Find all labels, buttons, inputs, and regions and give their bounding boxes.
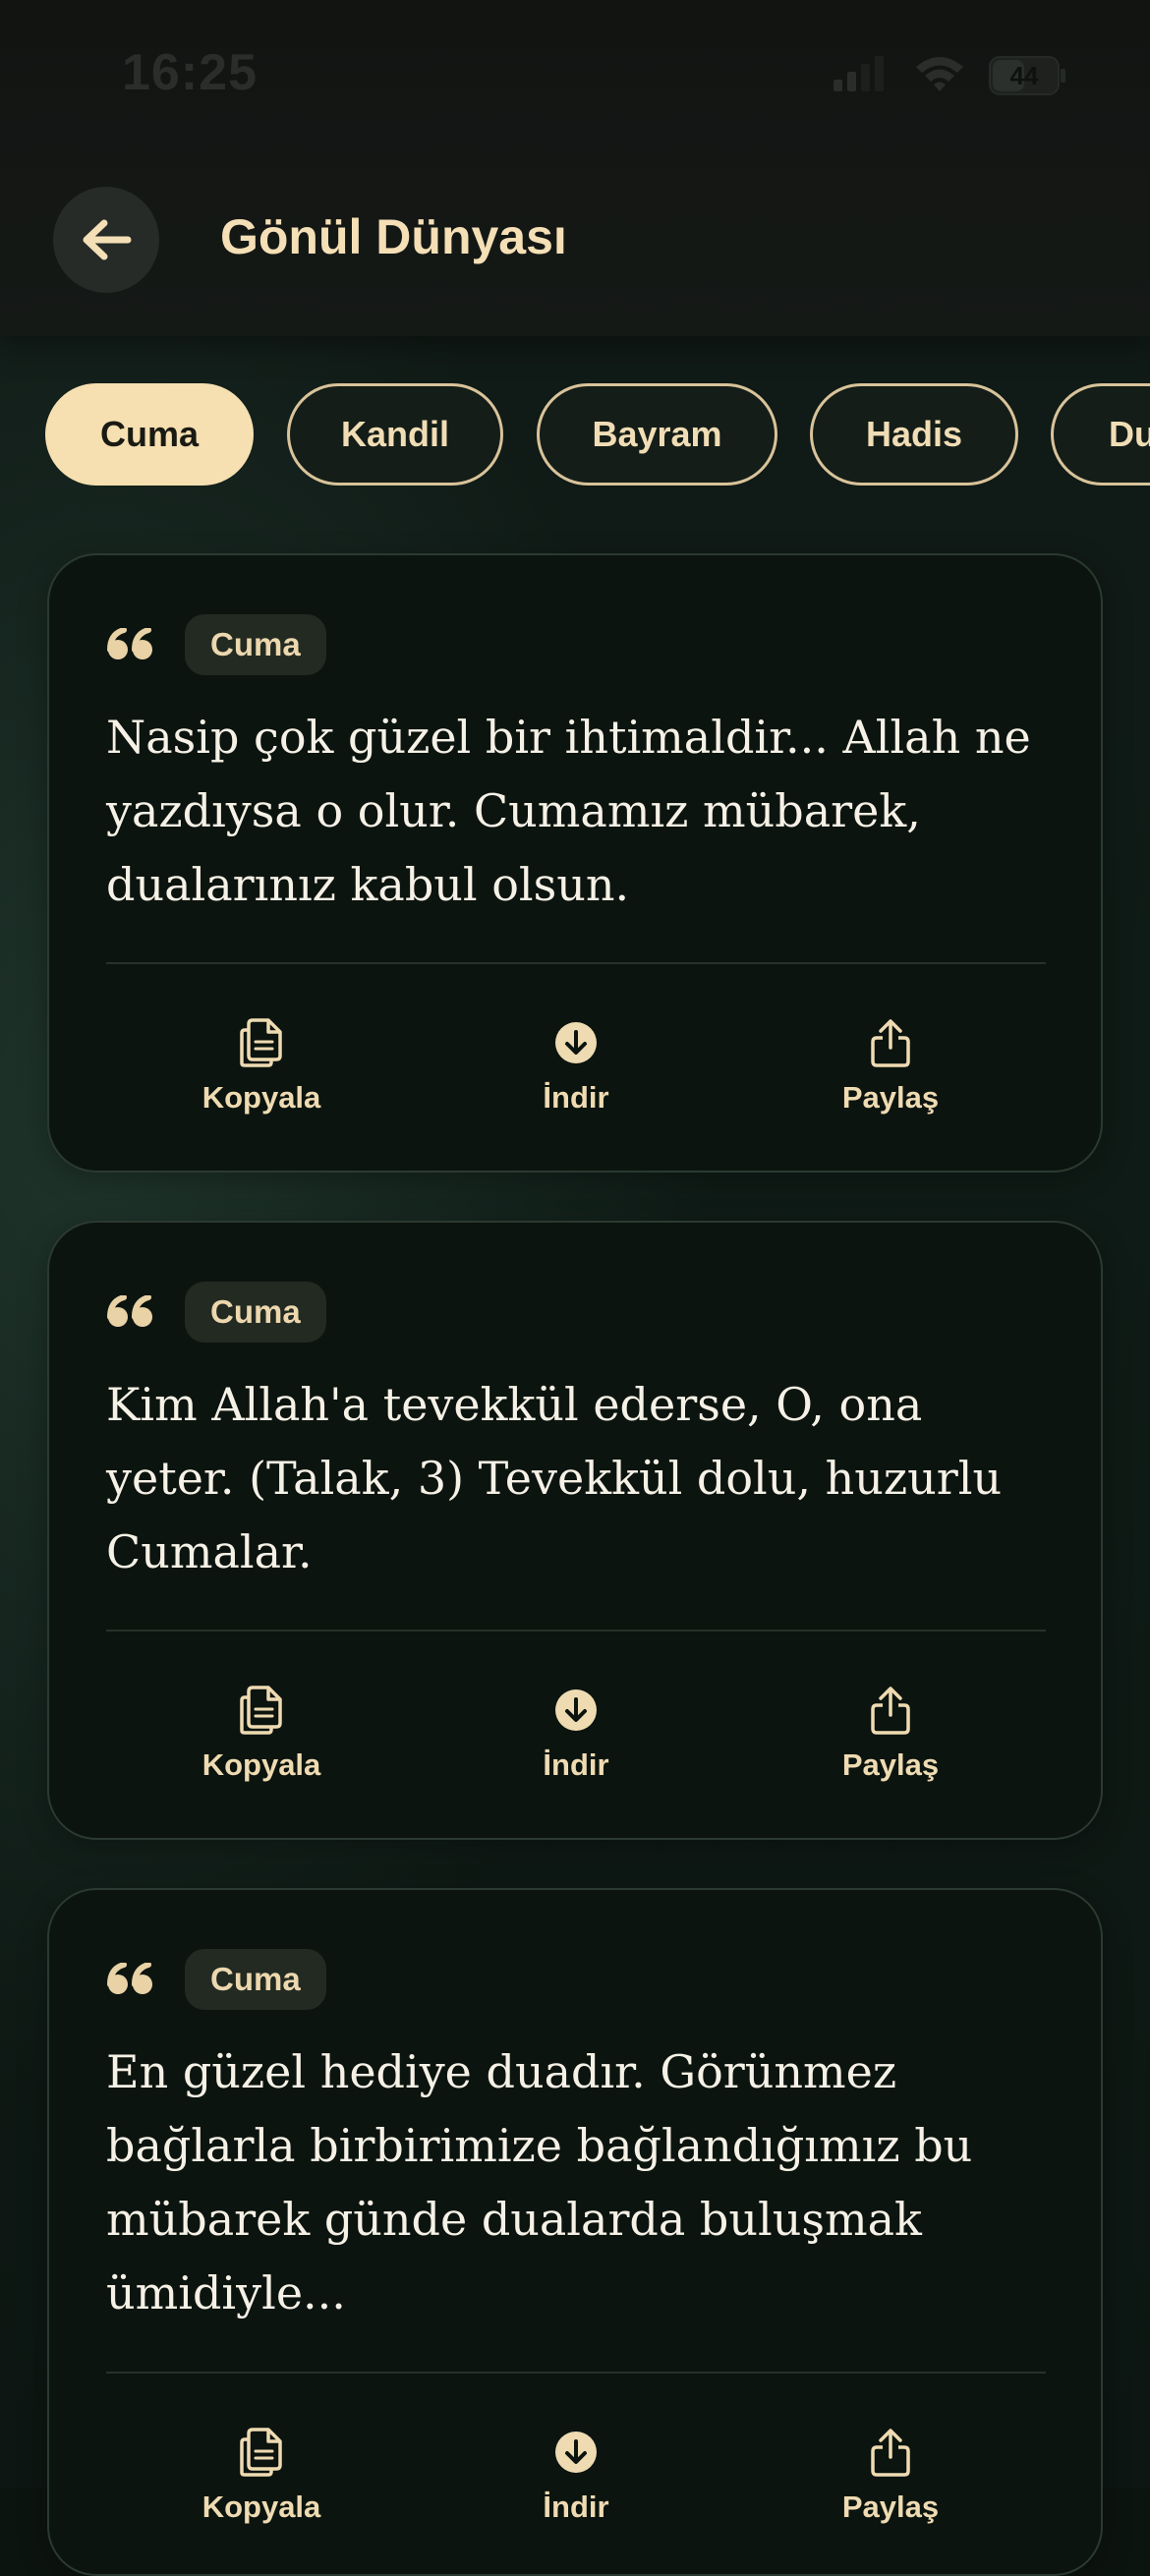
share-button[interactable]: Paylaş (763, 1683, 1018, 1783)
copy-button[interactable]: Kopyala (134, 1683, 389, 1783)
chip-label: Cuma (99, 414, 200, 454)
category-chips: Cuma Kandil Bayram Hadis Du (0, 383, 1150, 489)
copy-icon (239, 1683, 284, 1738)
download-icon (553, 1683, 599, 1738)
category-tag: Cuma (185, 614, 326, 675)
chip-kandil[interactable]: Kandil (287, 383, 503, 486)
copy-button[interactable]: Kopyala (134, 1015, 389, 1116)
arrow-left-icon (81, 218, 132, 261)
card-actions: Kopyala İndir Paylaş (106, 2425, 1046, 2533)
share-label: Paylaş (841, 1747, 940, 1782)
download-button[interactable]: İndir (448, 1015, 704, 1116)
copy-icon (239, 2425, 284, 2480)
download-button[interactable]: İndir (448, 1683, 704, 1783)
chip-label: Bayram (592, 414, 722, 454)
category-tag: Cuma (185, 1949, 326, 2010)
page-title: Gönül Dünyası (220, 209, 567, 264)
status-time: 16:25 (122, 44, 258, 101)
chip-label: Kandil (340, 414, 449, 454)
download-label: İndir (543, 1747, 609, 1782)
battery-icon: 44 (989, 56, 1067, 95)
share-label: Paylaş (841, 2490, 940, 2524)
card-header: Cuma (106, 1282, 326, 1343)
category-tag: Cuma (185, 1282, 326, 1343)
share-button[interactable]: Paylaş (763, 2425, 1018, 2525)
divider (106, 1630, 1046, 1631)
message-text: En güzel hediye duadır. Görünmez bağlarl… (106, 2045, 973, 2319)
share-button[interactable]: Paylaş (763, 1015, 1018, 1116)
message-text: Kim Allah'a tevekkül ederse, O, ona yete… (106, 1378, 1003, 1578)
top-bar: 16:25 44 Gönül Dünyası (0, 0, 1150, 336)
chip-cuma[interactable]: Cuma (45, 383, 254, 486)
quote-icon (106, 1292, 155, 1332)
message-text: Nasip çok güzel bir ihtimaldir... Allah … (106, 711, 1031, 911)
back-button[interactable] (53, 187, 159, 293)
share-label: Paylaş (841, 1080, 940, 1115)
quote-icon (106, 625, 155, 664)
chip-label: Du (1109, 414, 1150, 454)
download-label: İndir (543, 2490, 609, 2524)
share-icon (869, 2425, 912, 2480)
card-header: Cuma (106, 614, 326, 675)
message-card: Cuma Nasip çok güzel bir ihtimaldir... A… (47, 553, 1103, 1173)
chip-hadis[interactable]: Hadis (810, 383, 1018, 486)
divider (106, 2372, 1046, 2374)
status-icons: 44 (832, 53, 1067, 98)
message-card: Cuma Kim Allah'a tevekkül ederse, O, ona… (47, 1221, 1103, 1840)
chip-dua[interactable]: Du (1051, 383, 1150, 486)
quote-icon (106, 1960, 155, 1999)
message-card: Cuma En güzel hediye duadır. Görünmez ba… (47, 1888, 1103, 2576)
cellular-signal-icon (832, 54, 891, 98)
copy-label: Kopyala (201, 2490, 321, 2524)
copy-icon (239, 1015, 284, 1070)
download-icon (553, 1015, 599, 1070)
card-actions: Kopyala İndir Paylaş (106, 1683, 1046, 1791)
card-actions: Kopyala İndir Paylaş (106, 1015, 1046, 1123)
chip-label: Hadis (865, 414, 963, 454)
copy-button[interactable]: Kopyala (134, 2425, 389, 2525)
share-icon (869, 1015, 912, 1070)
share-icon (869, 1683, 912, 1738)
copy-label: Kopyala (201, 1080, 321, 1115)
chip-bayram[interactable]: Bayram (537, 383, 777, 486)
download-button[interactable]: İndir (448, 2425, 704, 2525)
wifi-icon (912, 53, 967, 99)
copy-label: Kopyala (201, 1747, 321, 1782)
download-label: İndir (543, 1080, 609, 1115)
download-icon (553, 2425, 599, 2480)
divider (106, 962, 1046, 964)
card-header: Cuma (106, 1949, 326, 2010)
battery-level: 44 (1009, 60, 1039, 90)
